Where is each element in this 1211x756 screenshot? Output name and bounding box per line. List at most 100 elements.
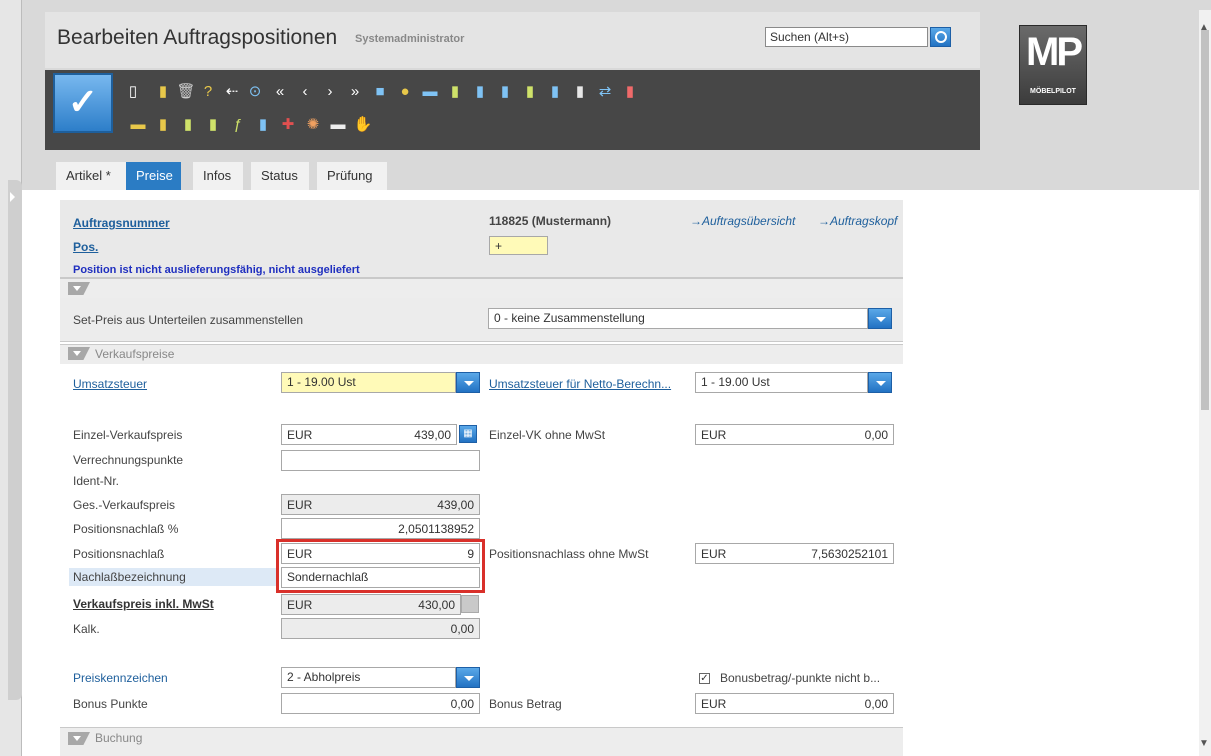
scroll-down-icon[interactable]: ▼ <box>1199 738 1209 749</box>
side-panel-toggle[interactable] <box>8 180 22 700</box>
doc-check-icon[interactable]: ▮ <box>445 82 465 102</box>
calculator-icon[interactable]: ▦ <box>459 425 477 443</box>
truck-icon[interactable]: ▬ <box>420 82 440 102</box>
doc-list-icon[interactable]: ▮ <box>520 82 540 102</box>
new-doc-icon[interactable]: ▯ <box>123 82 143 102</box>
function-icon[interactable]: ƒ <box>228 115 248 135</box>
help-icon[interactable]: ? <box>198 82 218 102</box>
discount-name-label: Nachlaßbezeichnung <box>69 568 277 586</box>
unit-price-value: 439,00 <box>414 428 451 442</box>
vat-net-select[interactable]: 1 - 19.00 Ust <box>695 372 868 393</box>
recalc-icon[interactable] <box>461 595 479 613</box>
doc-user-icon[interactable]: ▮ <box>203 115 223 135</box>
search-icon[interactable]: ⊙ <box>245 82 265 102</box>
calc-value: 0,00 <box>450 622 474 636</box>
ident-label: Ident-Nr. <box>73 474 120 488</box>
price-flag-label: Preiskennzeichen <box>73 671 168 685</box>
tab-infos[interactable]: Infos <box>193 162 243 190</box>
doc-table-icon[interactable]: ▮ <box>495 82 515 102</box>
sales-section-head[interactable] <box>60 344 903 364</box>
save-button[interactable]: ✓ <box>53 73 113 133</box>
transfer-icon[interactable]: ⇄ <box>595 82 615 102</box>
unit-price-label: Einzel-Verkaufspreis <box>73 428 183 442</box>
set-price-section-head[interactable] <box>60 278 903 298</box>
vat-label[interactable]: Umsatzsteuer <box>73 377 147 391</box>
scrollbar-thumb[interactable] <box>1201 30 1209 410</box>
highlight-box <box>276 539 485 593</box>
discount-pct-field[interactable]: 2,0501138952 <box>281 518 480 539</box>
set-price-label: Set-Preis aus Unterteilen zusammenstelle… <box>73 313 304 327</box>
discount-label: Positionsnachlaß <box>73 547 165 561</box>
next-icon[interactable]: › <box>320 82 340 102</box>
bonus-amount-field[interactable]: EUR 0,00 <box>695 693 894 714</box>
link-order-overview[interactable]: →Auftragsübersicht <box>690 214 795 228</box>
money-icon[interactable]: ▬ <box>128 115 148 135</box>
printer-icon[interactable]: ▬ <box>328 115 348 135</box>
doc-copy-icon[interactable]: ▮ <box>570 82 590 102</box>
doc-share-icon[interactable]: ▮ <box>470 82 490 102</box>
bonus-points-label: Bonus Punkte <box>73 697 148 711</box>
bonus-check-label: Bonusbetrag/-punkte nicht b... <box>720 671 881 685</box>
pos-label[interactable]: Pos. <box>73 240 98 254</box>
final-price-field: EUR 430,00 <box>281 594 461 615</box>
currency: EUR <box>701 547 727 561</box>
price-flag-select[interactable]: 2 - Abholpreis <box>281 667 456 688</box>
cube-icon[interactable]: ■ <box>370 82 390 102</box>
discount-net-label: Positionsnachlass ohne MwSt <box>489 547 649 561</box>
book-icon[interactable]: ▮ <box>153 82 173 102</box>
wheel-icon[interactable]: ✺ <box>303 115 323 135</box>
doc-green-icon[interactable]: ▮ <box>178 115 198 135</box>
total-price-field: EUR 439,00 <box>281 494 480 515</box>
pdf-icon[interactable]: ▮ <box>620 82 640 102</box>
chevron-down-icon[interactable] <box>456 667 480 688</box>
currency: EUR <box>701 428 727 442</box>
set-price-select[interactable]: 0 - keine Zusammenstellung <box>488 308 868 329</box>
points-field[interactable] <box>281 450 480 471</box>
pos-field[interactable]: + <box>489 236 548 255</box>
tab-pruefung[interactable]: Prüfung <box>317 162 387 190</box>
link-order-head[interactable]: →Auftragskopf <box>818 214 897 228</box>
total-price-label: Ges.-Verkaufspreis <box>73 498 176 512</box>
delivery-warning: Position ist nicht auslieferungsfähig, n… <box>73 264 360 276</box>
calc-field: 0,00 <box>281 618 480 639</box>
discount-net-field[interactable]: EUR 7,5630252101 <box>695 543 894 564</box>
booking-section-title: Buchung <box>95 731 143 745</box>
doc-check2-icon[interactable]: ▮ <box>253 115 273 135</box>
trash-icon[interactable]: 🗑 <box>176 82 196 102</box>
bonus-checkbox[interactable]: ✓ <box>699 673 710 684</box>
search-icon[interactable] <box>930 27 951 47</box>
chevron-down-icon[interactable] <box>456 372 480 393</box>
last-icon[interactable]: » <box>345 82 365 102</box>
final-price-value: 430,00 <box>418 598 455 612</box>
order-number-label[interactable]: Auftragsnummer <box>73 216 170 230</box>
coins-icon[interactable]: ● <box>395 82 415 102</box>
vat-select[interactable]: 1 - 19.00 Ust <box>281 372 456 393</box>
booking-section-head[interactable] <box>60 727 903 756</box>
first-icon[interactable]: « <box>270 82 290 102</box>
flag-uk-icon[interactable]: ✚ <box>278 115 298 135</box>
search-input[interactable]: Suchen (Alt+s) <box>765 27 928 47</box>
book-open-icon[interactable]: ▮ <box>153 115 173 135</box>
vat-net-label[interactable]: Umsatzsteuer für Netto-Berechn... <box>489 377 671 391</box>
back-icon[interactable]: ⇠ <box>222 82 242 102</box>
currency: EUR <box>287 498 313 512</box>
prev-icon[interactable]: ‹ <box>295 82 315 102</box>
chevron-down-icon[interactable] <box>868 372 892 393</box>
final-price-label[interactable]: Verkaufspreis inkl. MwSt <box>73 597 214 611</box>
hand-icon[interactable]: ✋ <box>353 115 373 135</box>
chevron-down-icon[interactable] <box>868 308 892 329</box>
unit-net-field[interactable]: EUR 0,00 <box>695 424 894 445</box>
tab-status[interactable]: Status <box>251 162 309 190</box>
doc-stack-icon[interactable]: ▮ <box>545 82 565 102</box>
currency: EUR <box>701 697 727 711</box>
discount-net-value: 7,5630252101 <box>811 547 888 561</box>
unit-price-field[interactable]: EUR 439,00 <box>281 424 457 445</box>
logo-text: MÖBELPILOT <box>1030 88 1076 95</box>
tab-artikel[interactable]: Artikel * <box>56 162 126 190</box>
bonus-points-field[interactable]: 0,00 <box>281 693 480 714</box>
unit-net-label: Einzel-VK ohne MwSt <box>489 428 606 442</box>
tab-preise[interactable]: Preise <box>126 162 181 190</box>
user-name: Systemadministrator <box>355 33 465 45</box>
scroll-up-icon[interactable]: ▲ <box>1199 22 1209 33</box>
page-title: Bearbeiten Auftragspositionen <box>57 26 338 49</box>
